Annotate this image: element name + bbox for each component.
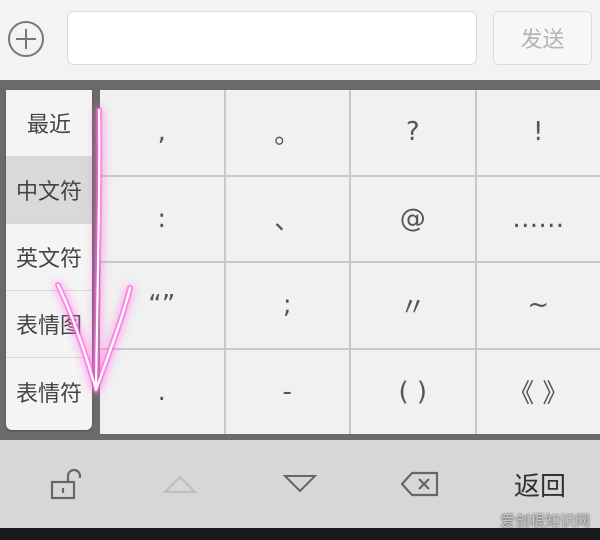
symbol-key[interactable]: 〃 (351, 263, 475, 348)
send-button[interactable]: 发送 (493, 11, 592, 65)
category-chinese-symbols[interactable]: 中文符 (6, 157, 92, 224)
page-up-button[interactable] (145, 440, 215, 528)
plus-circle-icon (8, 21, 44, 57)
symbol-key[interactable]: 《 》 (476, 349, 600, 434)
triangle-up-icon (163, 475, 197, 493)
symbol-key[interactable]: ~ (476, 263, 600, 348)
symbol-key[interactable]: ? (351, 90, 475, 175)
symbol-key[interactable]: @ (351, 176, 475, 261)
category-recent[interactable]: 最近 (6, 90, 92, 157)
triangle-down-icon (283, 475, 317, 493)
category-emoticons[interactable]: 表情符 (6, 358, 92, 425)
symbol-key[interactable]: …… (476, 176, 600, 261)
symbol-key[interactable]: ! (476, 90, 600, 175)
category-emoji-images[interactable]: 表情图 (6, 291, 92, 358)
symbol-key[interactable]: 、 (225, 176, 349, 261)
lock-button[interactable] (30, 440, 100, 528)
backspace-button[interactable] (385, 440, 455, 528)
symbol-key[interactable]: - (225, 349, 349, 434)
symbol-key[interactable]: : (100, 176, 224, 261)
divider (0, 80, 600, 90)
symbol-key[interactable]: ; (225, 263, 349, 348)
symbol-category-list: 最近 中文符 英文符 表情图 表情符 (6, 90, 92, 430)
symbol-key[interactable]: 。 (225, 90, 349, 175)
symbol-key[interactable]: “” (100, 263, 224, 348)
category-english-symbols[interactable]: 英文符 (6, 224, 92, 291)
unlock-icon (50, 468, 82, 500)
symbol-key[interactable]: ( ) (351, 349, 475, 434)
watermark: 爱创根知识网 (499, 512, 590, 530)
symbol-keyboard: 最近 中文符 英文符 表情图 表情符 , 。 ? ! : 、 @ …… “” ;… (0, 90, 600, 440)
add-button[interactable] (7, 20, 45, 58)
backspace-icon (400, 471, 439, 497)
message-input[interactable] (67, 11, 477, 65)
symbol-key[interactable]: . (100, 349, 224, 434)
input-bar: 发送 (0, 0, 600, 80)
symbol-key-grid: , 。 ? ! : 、 @ …… “” ; 〃 ~ . - ( ) 《 》 (100, 90, 600, 434)
page-down-button[interactable] (265, 440, 335, 528)
symbol-key[interactable]: , (100, 90, 224, 175)
